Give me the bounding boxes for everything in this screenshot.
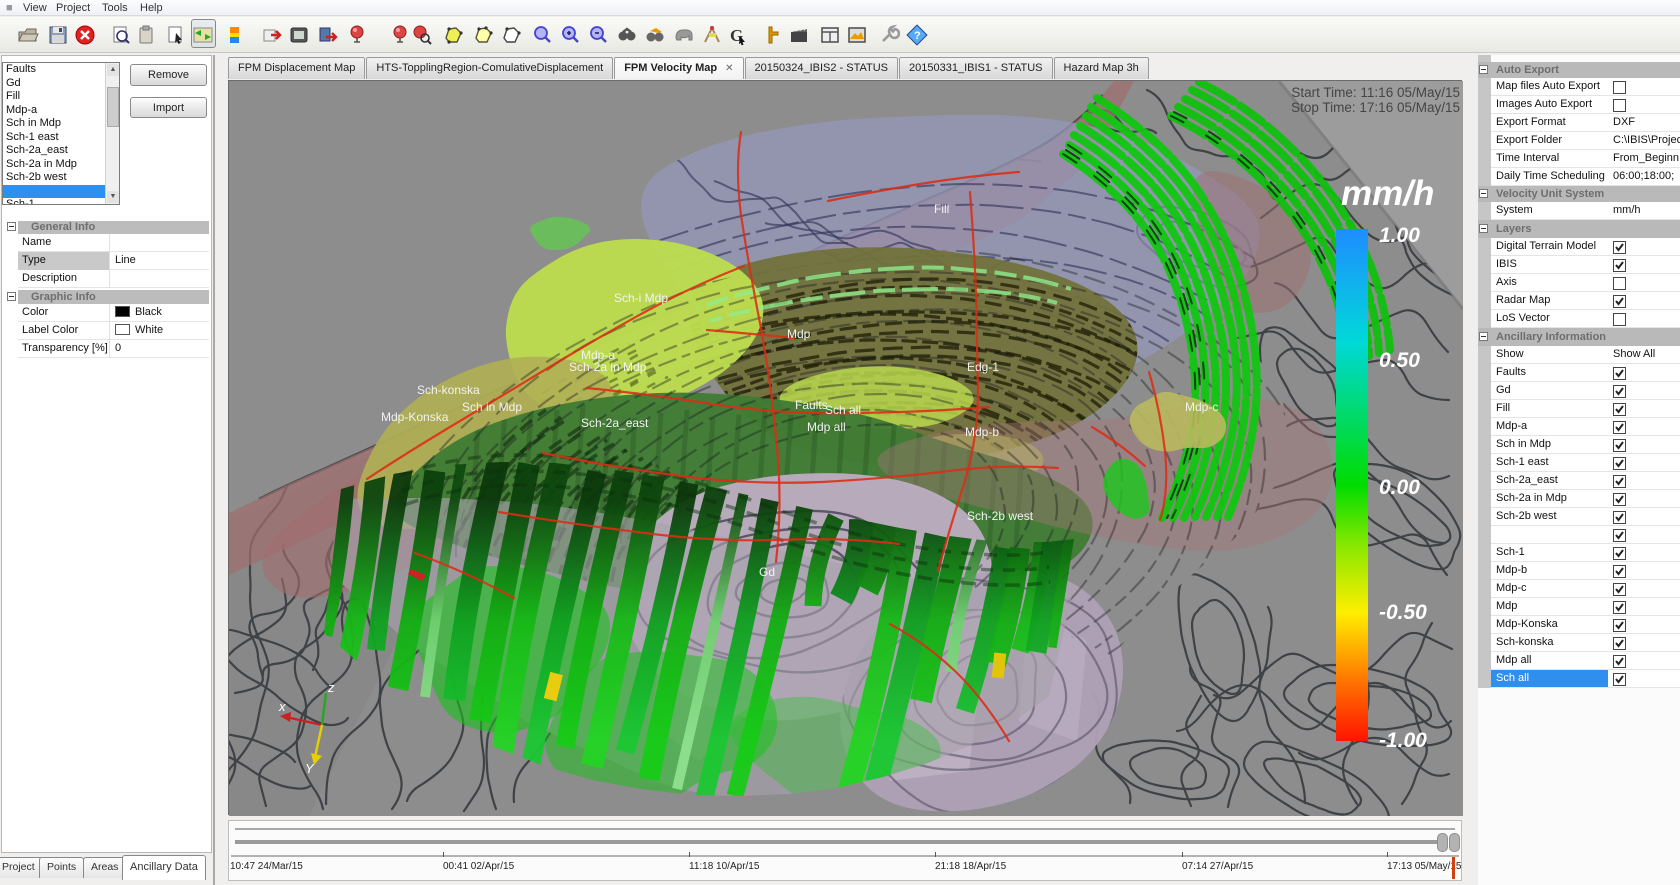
svg-text:Sch in Mdp: Sch in Mdp	[462, 400, 522, 414]
svg-text:Sch-2a_east: Sch-2a_east	[581, 416, 649, 430]
svg-text:Stop Time: 17:16 05/May/15: Stop Time: 17:16 05/May/15	[1291, 100, 1460, 115]
svg-text:z: z	[327, 680, 335, 695]
svg-text:-0.50: -0.50	[1379, 601, 1427, 624]
svg-text:Mdp-Konska: Mdp-Konska	[381, 410, 449, 424]
svg-text:Sch all: Sch all	[825, 403, 861, 417]
svg-text:Faults: Faults	[795, 398, 828, 412]
svg-text:mm/h: mm/h	[1341, 174, 1434, 213]
svg-text:Sch-konska: Sch-konska	[417, 383, 480, 397]
svg-text:0.00: 0.00	[1379, 476, 1420, 499]
svg-text:Sch-2b west: Sch-2b west	[967, 509, 1034, 523]
svg-text:Gd: Gd	[759, 565, 775, 579]
svg-text:Edg-1: Edg-1	[967, 360, 999, 374]
svg-text:Mdp-c: Mdp-c	[1185, 400, 1218, 414]
svg-text:Sch-2a in Mdp: Sch-2a in Mdp	[569, 360, 647, 374]
svg-text:0.50: 0.50	[1379, 349, 1420, 372]
svg-text:?: ?	[914, 30, 921, 42]
svg-text:Mdp-b: Mdp-b	[965, 425, 999, 439]
svg-text:Mdp: Mdp	[787, 327, 811, 341]
svg-text:Mdp all: Mdp all	[807, 420, 846, 434]
svg-text:x: x	[278, 699, 286, 714]
svg-text:Y: Y	[305, 761, 315, 776]
svg-text:Start Time: 11:16 05/May/15: Start Time: 11:16 05/May/15	[1291, 85, 1460, 100]
svg-text:1.00: 1.00	[1379, 224, 1420, 247]
svg-text:-1.00: -1.00	[1379, 729, 1427, 752]
svg-text:Sch-i Mdp: Sch-i Mdp	[614, 291, 668, 305]
svg-text:Fill: Fill	[934, 202, 949, 216]
